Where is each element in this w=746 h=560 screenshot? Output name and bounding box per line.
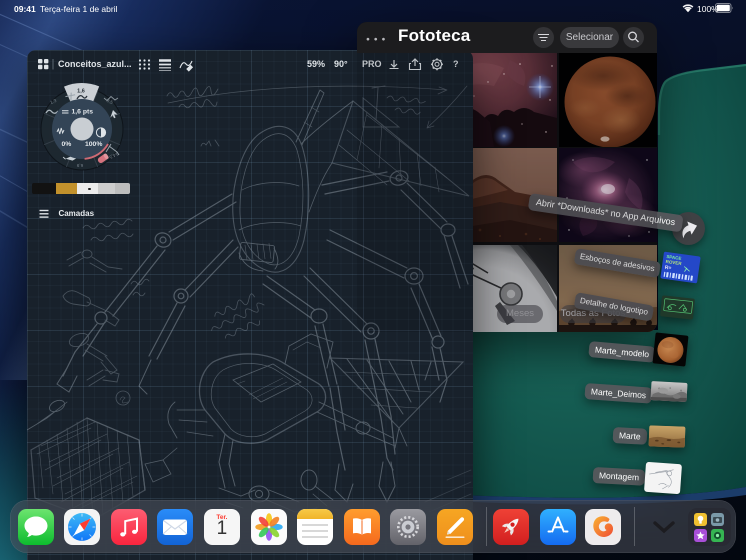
- svg-text:6,9: 6,9: [76, 163, 83, 168]
- svg-text:100%: 100%: [85, 141, 102, 148]
- svg-text:1,6: 1,6: [77, 89, 85, 95]
- svg-text:1,6 pts: 1,6 pts: [72, 109, 94, 116]
- svg-text:R≡: R≡: [664, 265, 671, 272]
- svg-text:0%: 0%: [62, 141, 72, 148]
